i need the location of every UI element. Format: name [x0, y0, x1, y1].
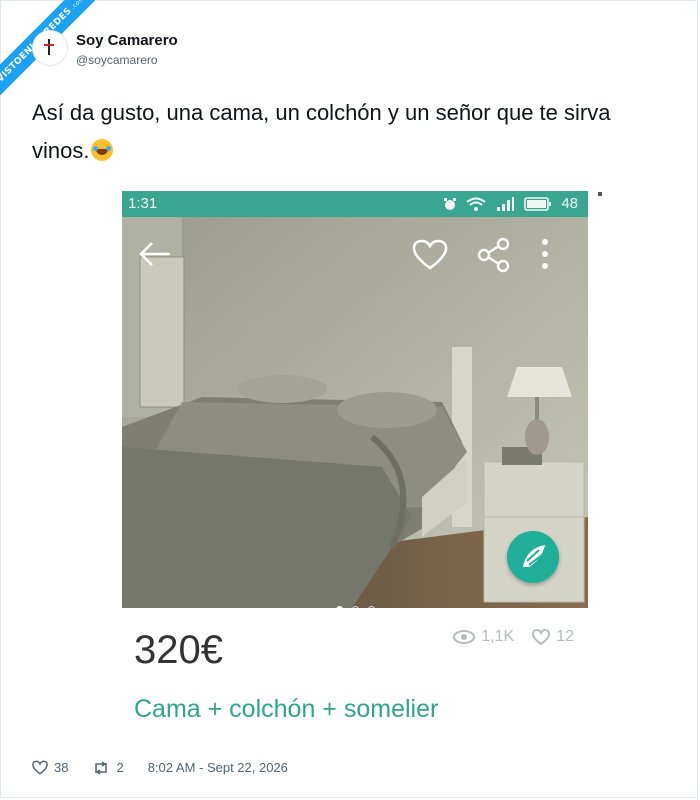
like-count: 38	[54, 760, 69, 775]
watermark-suffix: .com	[69, 0, 86, 11]
retweet-count: 2	[116, 760, 124, 775]
tweet-footer: 38 2 8:02 AM - Sept 22, 2026	[32, 760, 288, 775]
likes-stat: 12	[532, 628, 574, 646]
tweet-text-body: Así da gusto, una cama, un colchón y un …	[32, 100, 611, 163]
alarm-icon	[444, 197, 457, 210]
views-stat: 1,1K	[453, 628, 514, 646]
embedded-screenshot: 1:31 48 320€ 1,1K 12 Cama + colchón + so…	[122, 191, 588, 747]
signal-icon	[497, 196, 515, 211]
retweet-icon[interactable]	[92, 760, 110, 775]
eye-icon	[453, 630, 476, 644]
stray-dot	[598, 192, 602, 196]
phone-status-bar: 1:31 48	[122, 191, 588, 217]
heart-outline-icon	[532, 629, 551, 645]
wifi-icon	[466, 197, 486, 211]
battery-level: 48	[561, 195, 578, 212]
likes-count: 12	[556, 628, 574, 645]
author-name[interactable]: Soy Camarero	[76, 32, 178, 49]
battery-icon	[524, 196, 552, 211]
author-handle[interactable]: @soycamarero	[76, 53, 158, 67]
listing-price: 320€	[134, 628, 223, 672]
views-count: 1,1K	[481, 628, 515, 645]
wing-icon	[523, 545, 545, 567]
wallapop-wing-button[interactable]	[507, 531, 559, 583]
status-icons: 48	[443, 195, 578, 212]
avatar-cross-icon	[44, 39, 54, 55]
listing-info: 320€ 1,1K 12 Cama + colchón + somelier	[122, 608, 588, 747]
listing-stats: 1,1K 12	[453, 628, 574, 646]
share-icon[interactable]	[476, 237, 512, 273]
tweet-text: Así da gusto, una cama, un colchón y un …	[32, 94, 652, 170]
more-options-icon[interactable]	[540, 237, 550, 271]
avatar[interactable]	[32, 30, 68, 66]
laughing-emoji-icon	[91, 139, 114, 161]
heart-icon[interactable]	[412, 239, 448, 271]
listing-title[interactable]: Cama + colchón + somelier	[134, 695, 438, 724]
back-arrow-icon[interactable]	[138, 239, 172, 269]
listing-photo[interactable]	[122, 217, 588, 608]
status-time: 1:31	[128, 195, 158, 212]
tweet-timestamp[interactable]: 8:02 AM - Sept 22, 2026	[148, 760, 288, 775]
like-icon[interactable]	[32, 760, 48, 775]
